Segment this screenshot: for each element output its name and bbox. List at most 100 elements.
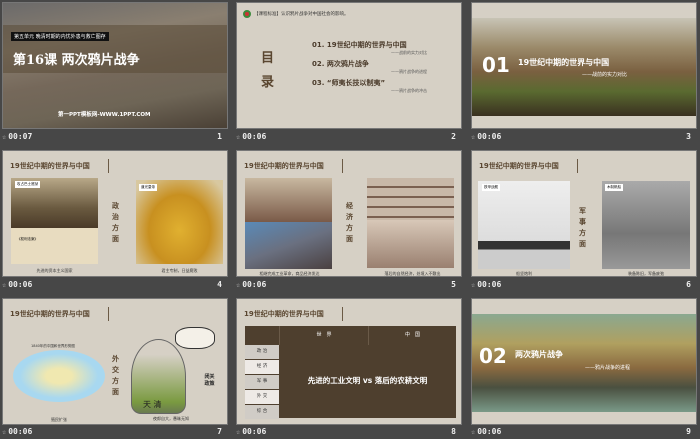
workshop-image [367,220,454,268]
table-row-label: 政 治 [245,345,279,359]
toc-item-1[interactable]: 01. 19世纪中期的世界与中国 ——战前的实力对比 [312,40,452,56]
table-row-label: 军 事 [245,375,279,389]
slide-number: 8 [451,427,456,436]
slide-thumbnail-9[interactable]: 02 两次鸦片战争 ——鸦片战争的进程 [471,298,697,425]
image-tag: 攻占巴士底狱 [15,181,40,188]
slide-thumbnail-4[interactable]: 19世纪中期的世界与中国 攻占巴士底狱 《权利法案》 政治方面 道光皇帝 先进的… [2,150,228,277]
section-subtitle: ——战前的实力对比 [582,72,628,78]
table-header-world: 世 界 [279,326,369,345]
policy-label: 闭关政策 [204,374,215,387]
transition-icon[interactable]: ☆ [471,281,475,289]
slide-title: 19世纪中期的世界与中国 [479,162,559,170]
slide-timing: 00:06 [477,132,502,141]
slide-timing: 00:06 [477,427,502,436]
table-header-china: 中 国 [404,332,420,338]
slide-title: 19世纪中期的世界与中国 [10,310,90,318]
table-row-label: 综 合 [245,405,279,419]
slide-timing: 00:06 [242,427,267,436]
image-tag: 《权利法案》 [17,237,38,241]
caption: 船坚炮利 [516,271,532,276]
slide-footer-6: ☆ 00:06 6 [471,280,697,292]
slide-thumbnail-7[interactable]: 19世纪中期的世界与中国 1840年的中国和世界形势图 外交方面 天 清 闭关政… [2,298,228,425]
slide-footer-3: ☆ 00:06 3 [471,132,697,144]
slide-footer-9: ☆ 00:06 9 [471,427,697,439]
slide-number: 3 [686,132,691,141]
lesson-title: 第16课 两次鸦片战争 [13,53,140,68]
comparison-table: 世 界 中 国 政 治 经 济 军 事 外 交 综 合 先进的工业文明 vs 落… [245,326,456,419]
transition-icon[interactable]: ☆ [2,281,6,289]
aspect-label: 军事方面 [579,207,586,248]
slide-timing: 00:06 [242,132,267,141]
aspect-label: 外交方面 [112,355,119,396]
slide-footer-1: ☆ 00:07 1 [2,132,228,144]
toc-item-3[interactable]: 03. “师夷长技以制夷” ——鸦片战争的冲击 [312,78,452,94]
caption: 相继完成工业革命，商品经济发达 [259,271,320,276]
aspect-label: 政治方面 [112,202,119,243]
caption: 落后的自然经济，处境入不敷出 [384,271,441,276]
transition-icon[interactable]: ☆ [471,133,475,141]
speech-bubble [175,327,215,349]
section-subtitle: ——鸦片战争的进程 [585,365,631,371]
aspect-label: 经济方面 [346,202,353,243]
slide-title: 19世纪中期的世界与中国 [10,162,90,170]
caption: 先进的资本主义国家 [36,268,73,273]
slide-thumbnail-2[interactable]: 【课程标准】认识鸦片战争对中国社会的影响。 目录 01. 19世纪中期的世界与中… [236,2,462,129]
comparison-summary: 先进的工业文明 vs 落后的农耕文明 [307,376,428,385]
slide-thumbnail-3[interactable]: 01 19世纪中期的世界与中国 ——战前的实力对比 [471,2,697,129]
steam-tractor-image [245,178,332,222]
image-tag: 铁甲战舰 [482,184,500,191]
section-index: 01 [482,53,510,77]
slide-number: 1 [217,132,222,141]
slide-timing: 00:06 [477,280,502,289]
slide-thumbnail-5[interactable]: 19世纪中期的世界与中国 经济方面 相继完成工业革命，商品经济发达 落后的自然经… [236,150,462,277]
section-title: 两次鸦片战争 [515,350,563,359]
slide-thumbnail-8[interactable]: 19世纪中期的世界与中国 世 界 中 国 政 治 经 济 军 事 外 交 综 合… [236,298,462,425]
caption: 夜郎自大，愚昧无知 [153,416,189,421]
slide-footer-8: ☆ 00:06 8 [236,427,462,439]
factory-image [245,222,332,269]
transition-icon[interactable]: ☆ [236,281,240,289]
table-row-label: 外 交 [245,390,279,404]
slide-number: 9 [686,427,691,436]
slide-footer-5: ☆ 00:06 5 [236,280,462,292]
unit-label: 第五单元 晚清时期的内忧外患与救亡图存 [11,32,109,41]
toc-item-2[interactable]: 02. 两次鸦片战争 ——鸦片战争的进程 [312,59,452,75]
slide-thumbnail-1[interactable]: 第五单元 晚清时期的内忧外患与救亡图存 第16课 两次鸦片战争 第一PPT模板网… [2,2,228,129]
slide-number: 6 [686,280,691,289]
divider [108,307,109,321]
toc-title: 目录 [261,51,275,90]
slide-title: 19世纪中期的世界与中国 [244,310,324,318]
caption: 装备陈旧，军备废弛 [628,271,664,276]
farming-image [367,178,454,220]
slide-timing: 00:06 [8,427,33,436]
slide-thumbnail-6[interactable]: 19世纪中期的世界与中国 铁甲战舰 军事方面 木制帆船 船坚炮利 装备陈旧，军备… [471,150,697,277]
transition-icon[interactable]: ☆ [471,428,475,436]
transition-icon[interactable]: ☆ [236,428,240,436]
world-map-image [13,350,105,402]
divider [108,159,109,173]
divider [577,159,578,173]
image-tag: 木制帆船 [605,184,623,191]
section-index: 02 [479,344,507,368]
ironclad-image [478,181,570,269]
slide-footer-7: ☆ 00:06 7 [2,427,228,439]
bill-of-rights-image [11,228,98,264]
section-title: 19世纪中期的世界与中国 [518,58,610,67]
caption: 君主专制，日益腐败 [161,268,198,273]
slide-timing: 00:06 [242,280,267,289]
slide-title: 19世纪中期的世界与中国 [244,162,324,170]
slide-timing: 00:06 [8,280,33,289]
map-title: 1840年的中国和世界形势图 [31,344,75,348]
slide-footer-4: ☆ 00:06 4 [2,280,228,292]
site-label: 第一PPT模板网-WWW.1PPT.COM [58,112,151,118]
emperor-image [136,180,223,264]
image-tag: 道光皇帝 [139,184,157,191]
table-row-label: 经 济 [245,360,279,374]
slide-number: 5 [451,280,456,289]
caption: 殖民扩张 [51,417,67,422]
divider [342,307,343,321]
cage-text: 天 清 [143,400,162,409]
transition-icon[interactable]: ☆ [2,428,6,436]
transition-icon[interactable]: ☆ [2,133,6,141]
transition-icon[interactable]: ☆ [236,133,240,141]
